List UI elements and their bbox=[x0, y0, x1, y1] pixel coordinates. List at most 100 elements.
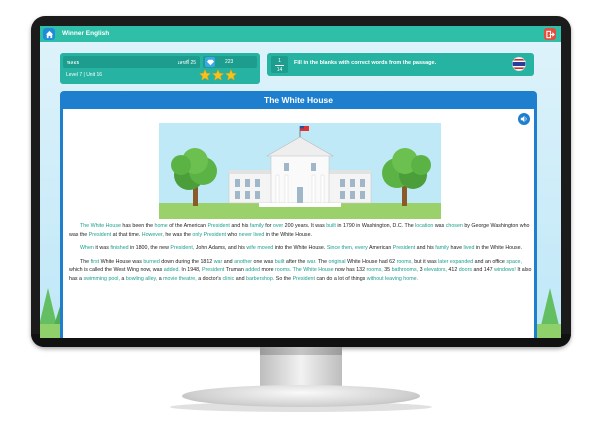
exit-button[interactable] bbox=[544, 28, 556, 40]
vocabulary-word[interactable]: However, bbox=[142, 232, 164, 238]
vocabulary-word[interactable]: only bbox=[192, 232, 202, 238]
passage-text: White House was bbox=[99, 258, 144, 265]
vocabulary-word[interactable]: rooms, bbox=[397, 259, 413, 265]
vocabulary-word[interactable]: elevators, bbox=[424, 267, 447, 273]
vocabulary-word[interactable]: added bbox=[245, 267, 260, 273]
vocabulary-word[interactable]: When bbox=[80, 245, 94, 251]
vocabulary-word[interactable]: over bbox=[273, 223, 283, 229]
vocabulary-word[interactable]: burned bbox=[143, 259, 160, 265]
vocabulary-word[interactable]: President bbox=[293, 276, 315, 282]
vocabulary-word[interactable]: expanded bbox=[450, 259, 473, 265]
level-unit-label: Level 7 | Unit 16 bbox=[66, 72, 103, 78]
vocabulary-word[interactable]: clinic bbox=[222, 276, 234, 282]
article-paragraph: The White House has been the home of the… bbox=[69, 222, 532, 239]
screen: Winner English พลอย เลขที่ 25 223 Level … bbox=[40, 26, 561, 338]
vocabulary-word[interactable]: family bbox=[250, 223, 264, 229]
passage-text: American bbox=[367, 245, 393, 252]
passage-text: In 1948, bbox=[179, 267, 202, 274]
passage-text: which is called the West Wing now, was bbox=[69, 267, 164, 274]
passage-text: in the White House. bbox=[264, 231, 312, 238]
passage-text: was bbox=[433, 223, 446, 229]
vocabulary-word[interactable]: movie theatre, bbox=[163, 276, 197, 282]
passage-text: after the bbox=[284, 258, 307, 265]
vocabulary-word[interactable]: war bbox=[214, 259, 223, 265]
vocabulary-word[interactable]: President bbox=[393, 245, 415, 251]
vocabulary-word[interactable]: original bbox=[329, 259, 346, 265]
vocabulary-word[interactable]: space, bbox=[506, 259, 522, 265]
app-title: Winner English bbox=[62, 30, 110, 37]
vocabulary-word[interactable]: windows! bbox=[494, 267, 516, 273]
vocabulary-word[interactable]: finished bbox=[110, 245, 128, 251]
passage-text: and his bbox=[229, 223, 250, 229]
vocabulary-word[interactable]: location bbox=[415, 223, 433, 229]
monitor-stand-base bbox=[182, 385, 420, 407]
progress-divider bbox=[275, 65, 284, 66]
vocabulary-word[interactable]: chosen bbox=[446, 223, 463, 229]
vocabulary-word[interactable]: swimming pool, bbox=[83, 276, 120, 282]
article-title: The White House bbox=[264, 95, 333, 105]
passage-text: have bbox=[449, 245, 464, 252]
passage-text: 200 years. It was bbox=[283, 223, 327, 229]
vocabulary-word[interactable]: first bbox=[91, 259, 100, 265]
vocabulary-word[interactable]: President, bbox=[170, 245, 194, 251]
passage-text: it was bbox=[93, 245, 111, 252]
passage-text: John Adams, and his bbox=[194, 245, 247, 252]
article-paragraph: When it was finished in 1800, the new Pr… bbox=[69, 244, 532, 253]
vocabulary-word[interactable]: built bbox=[326, 223, 336, 229]
vocabulary-word[interactable]: President bbox=[202, 267, 224, 273]
vocabulary-word[interactable]: The White House bbox=[291, 267, 334, 273]
vocabulary-word[interactable]: Since then, bbox=[327, 245, 354, 251]
passage-text: has been the bbox=[120, 223, 155, 229]
passage-text: The bbox=[80, 258, 91, 265]
user-name: พลอย bbox=[67, 60, 80, 66]
passage-text: who bbox=[226, 231, 239, 238]
gem-icon bbox=[205, 57, 215, 67]
vocabulary-word[interactable]: bowling alley, bbox=[126, 276, 157, 282]
vocabulary-word[interactable]: rooms. bbox=[275, 267, 291, 273]
passage-text: of the American bbox=[167, 223, 208, 229]
vocabulary-word[interactable]: wife bbox=[246, 245, 255, 251]
passage-text: but it was bbox=[412, 258, 439, 265]
user-box: พลอย เลขที่ 25 bbox=[63, 56, 200, 68]
passage-text: and his bbox=[415, 245, 436, 252]
passage-text: The bbox=[316, 258, 329, 265]
user-info-panel: พลอย เลขที่ 25 223 Level 7 | Unit 16 bbox=[60, 53, 260, 84]
vocabulary-word[interactable]: moved bbox=[257, 245, 273, 251]
white-house-illustration bbox=[159, 123, 441, 219]
star-icon bbox=[199, 69, 211, 81]
home-button[interactable] bbox=[43, 28, 55, 40]
user-number: เลขที่ 25 bbox=[177, 60, 196, 66]
vocabulary-word[interactable]: family bbox=[435, 245, 449, 251]
passage-text: for bbox=[263, 223, 273, 229]
passage-text: in 1800, the new bbox=[128, 245, 171, 252]
vocabulary-word[interactable]: bathrooms, bbox=[392, 267, 419, 273]
vocabulary-word[interactable]: barbershop. bbox=[246, 276, 274, 282]
vocabulary-word[interactable]: rooms, bbox=[367, 267, 383, 273]
vocabulary-word[interactable]: President bbox=[204, 232, 226, 238]
passage-text: and bbox=[234, 275, 247, 282]
vocabulary-word[interactable]: lived bbox=[464, 245, 475, 251]
vocabulary-word[interactable]: never lived bbox=[239, 232, 265, 238]
passage-text: a doctor's bbox=[196, 275, 223, 282]
vocabulary-word[interactable]: every bbox=[355, 245, 368, 251]
exit-icon bbox=[545, 30, 555, 38]
vocabulary-word[interactable]: The White House bbox=[80, 223, 121, 229]
language-toggle[interactable] bbox=[512, 57, 526, 71]
passage-text: at that time. bbox=[111, 231, 142, 238]
article-body: The White House has been the home of the… bbox=[63, 109, 534, 338]
vocabulary-word[interactable]: home bbox=[155, 223, 168, 229]
vocabulary-word[interactable]: war. bbox=[307, 259, 317, 265]
vocabulary-word[interactable]: later bbox=[438, 259, 448, 265]
vocabulary-word[interactable]: another bbox=[234, 259, 252, 265]
vocabulary-word[interactable]: without leaving home. bbox=[367, 276, 418, 282]
vocabulary-word[interactable]: added. bbox=[164, 267, 180, 273]
passage-text: now has 132 bbox=[333, 267, 367, 274]
audio-play-button[interactable] bbox=[518, 113, 530, 125]
vocabulary-word[interactable]: doors bbox=[459, 267, 472, 273]
vocabulary-word[interactable]: President bbox=[208, 223, 230, 229]
vocabulary-word[interactable]: President bbox=[89, 232, 111, 238]
top-bar: Winner English bbox=[40, 26, 561, 42]
star-rating bbox=[199, 69, 237, 81]
vocabulary-word[interactable]: built bbox=[275, 259, 285, 265]
article-paragraphs: The White House has been the home of the… bbox=[69, 222, 532, 289]
